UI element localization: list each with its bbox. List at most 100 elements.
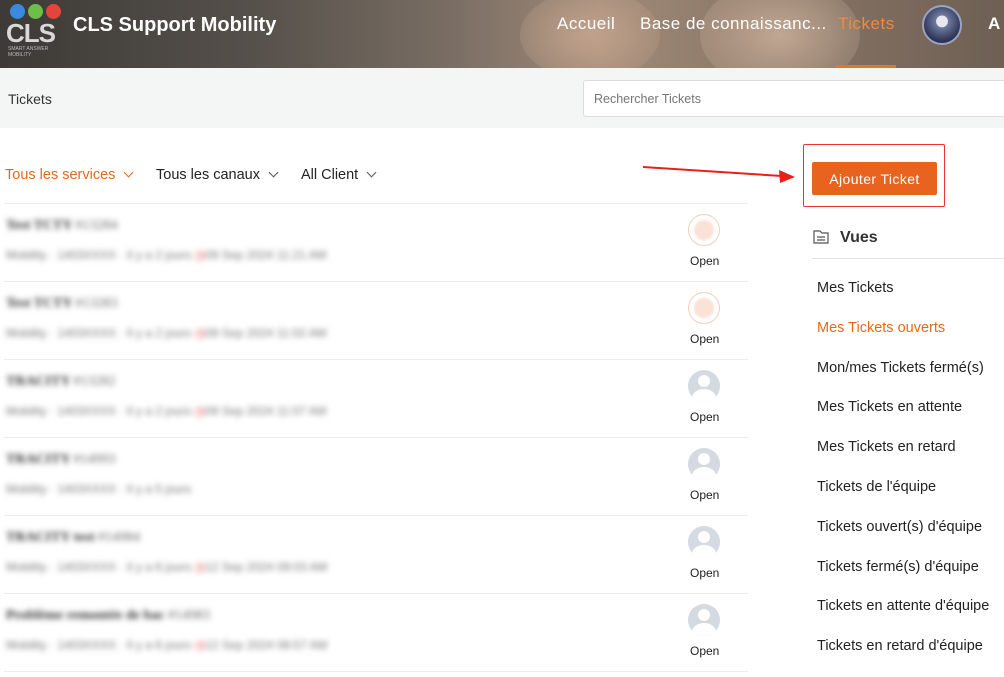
views-icon xyxy=(813,230,829,244)
ticket-id: #13282 xyxy=(73,374,116,389)
ticket-id: #13283 xyxy=(75,296,118,311)
header-background-image xyxy=(520,0,660,68)
ticket-meta-text: Mobility · 1403XXXX · Il y a 6 jours xyxy=(6,560,192,574)
header-background-image-2 xyxy=(700,0,860,68)
ticket-subject: Test TCTY xyxy=(6,296,73,311)
ticket-status: Open xyxy=(690,644,720,658)
view-item[interactable]: Mes Tickets en retard xyxy=(817,439,956,455)
views-title: Vues xyxy=(840,229,878,246)
filter-canaux-dropdown[interactable]: Tous les canaux xyxy=(156,167,279,183)
ticket-due-date: 09 Sep 2024 11:21 AM xyxy=(205,248,327,262)
due-clock-icon: ◷ xyxy=(194,326,206,340)
ticket-row[interactable]: Problème remontée de bac #14983 Mobility … xyxy=(0,594,748,672)
filter-client-label: All Client xyxy=(301,167,359,183)
top-header: CLS SMART ANSWER MOBILITY CLS Support Mo… xyxy=(0,0,1004,68)
ticket-subject: Problème remontée de bac xyxy=(6,608,165,623)
view-item[interactable]: Tickets en attente d'équipe xyxy=(817,598,989,614)
due-clock-icon: ◷ xyxy=(194,560,206,574)
ticket-title[interactable]: Test TCTY #13284 xyxy=(6,218,118,234)
ticket-title[interactable]: Problème remontée de bac #14983 xyxy=(6,608,210,624)
ticket-title[interactable]: TRACITY #14993 xyxy=(6,452,116,468)
ticket-due-date: 12 Sep 2024 08:57 AM xyxy=(205,638,328,652)
ticket-meta: Mobility · 1403XXXX · Il y a 6 jours ◷12… xyxy=(6,638,327,652)
ticket-row[interactable]: TRACITY #13282 Mobility · 1403XXXX · Il y… xyxy=(0,360,748,438)
ticket-due-date: 09 Sep 2024 11:07 AM xyxy=(205,404,327,418)
user-avatar[interactable] xyxy=(922,5,962,45)
brand-title[interactable]: CLS Support Mobility xyxy=(73,14,276,37)
due-clock-icon: ◷ xyxy=(194,404,206,418)
ticket-id: #13284 xyxy=(75,218,118,233)
ticket-subject: Test TCTY xyxy=(6,218,73,233)
ticket-status: Open xyxy=(690,254,720,268)
ticket-meta-text: Mobility · 1403XXXX · Il y a 2 jours xyxy=(6,404,192,418)
ticket-title[interactable]: Test TCTY #13283 xyxy=(6,296,118,312)
ticket-due-date: 12 Sep 2024 09:03 AM xyxy=(205,560,328,574)
ticket-meta-text: Mobility · 1403XXXX · Il y a 2 jours xyxy=(6,248,192,262)
assignee-avatar[interactable] xyxy=(688,448,720,480)
ticket-id: #14983 xyxy=(168,608,210,623)
chevron-down-icon xyxy=(268,167,279,178)
page-title: Tickets xyxy=(8,91,52,107)
logo-green-dot xyxy=(28,4,43,19)
logo-red-dot xyxy=(46,4,61,19)
logo-text: CLS xyxy=(6,18,56,48)
chevron-down-icon xyxy=(123,167,134,178)
ticket-row[interactable]: Test TCTY #13284 Mobility · 1403XXXX · Il… xyxy=(0,204,748,282)
ticket-id: #14984 xyxy=(98,530,141,545)
filter-client-dropdown[interactable]: All Client xyxy=(301,167,377,183)
view-item[interactable]: Tickets en retard d'équipe xyxy=(817,638,983,654)
nav-base-de-connaissance[interactable]: Base de connaissanc... xyxy=(640,14,827,34)
nav-more[interactable]: A xyxy=(988,14,1000,34)
add-ticket-button[interactable]: Ajouter Ticket xyxy=(812,162,937,195)
view-item[interactable]: Tickets de l'équipe xyxy=(817,479,936,495)
assignee-avatar[interactable] xyxy=(688,292,720,324)
nav-accueil[interactable]: Accueil xyxy=(557,14,615,34)
view-item[interactable]: Tickets ouvert(s) d'équipe xyxy=(817,519,982,535)
ticket-status: Open xyxy=(690,488,720,502)
ticket-subject: TRACITY xyxy=(6,374,71,389)
ticket-subject: TRACITY xyxy=(6,452,71,467)
search-tickets-input[interactable] xyxy=(583,80,1004,117)
filter-canaux-label: Tous les canaux xyxy=(156,167,260,183)
cls-logo[interactable]: CLS SMART ANSWER MOBILITY xyxy=(4,2,64,58)
ticket-subject: TRACITY test xyxy=(6,530,95,545)
ticket-meta: Mobility · 1403XXXX · Il y a 2 jours ◷09… xyxy=(6,404,326,418)
divider xyxy=(4,671,748,672)
ticket-meta: Mobility · 1403XXXX · Il y a 5 jours xyxy=(6,482,191,496)
ticket-id: #14993 xyxy=(73,452,116,467)
ticket-meta-text: Mobility · 1403XXXX · Il y a 5 jours xyxy=(6,482,192,496)
view-item[interactable]: Mes Tickets ouverts xyxy=(817,320,945,336)
view-item[interactable]: Mes Tickets en attente xyxy=(817,399,962,415)
logo-subtext: SMART ANSWER MOBILITY xyxy=(8,46,49,58)
ticket-title[interactable]: TRACITY test #14984 xyxy=(6,530,140,546)
ticket-status: Open xyxy=(690,566,720,580)
divider xyxy=(812,258,1004,259)
view-item[interactable]: Mon/mes Tickets fermé(s) xyxy=(817,360,984,376)
ticket-due-date: 09 Sep 2024 11:02 AM xyxy=(205,326,327,340)
view-item[interactable]: Mes Tickets xyxy=(817,280,894,296)
ticket-meta: Mobility · 1403XXXX · Il y a 6 jours ◷12… xyxy=(6,560,327,574)
ticket-row[interactable]: Test TCTY #13283 Mobility · 1403XXXX · Il… xyxy=(0,282,748,360)
assignee-avatar[interactable] xyxy=(688,370,720,402)
due-clock-icon: ◷ xyxy=(194,248,206,262)
ticket-meta: Mobility · 1403XXXX · Il y a 2 jours ◷09… xyxy=(6,326,326,340)
ticket-title[interactable]: TRACITY #13282 xyxy=(6,374,116,390)
ticket-row[interactable]: TRACITY test #14984 Mobility · 1403XXXX ·… xyxy=(0,516,748,594)
chevron-down-icon xyxy=(366,167,377,178)
filter-services-dropdown[interactable]: Tous les services xyxy=(5,167,134,183)
filter-services-label: Tous les services xyxy=(5,167,116,183)
assignee-avatar[interactable] xyxy=(688,214,720,246)
annotation-arrow xyxy=(642,166,795,183)
ticket-meta-text: Mobility · 1403XXXX · Il y a 6 jours xyxy=(6,638,192,652)
nav-tickets[interactable]: Tickets xyxy=(838,14,895,34)
due-clock-icon: ◷ xyxy=(194,638,206,652)
ticket-status: Open xyxy=(690,332,720,346)
ticket-meta: Mobility · 1403XXXX · Il y a 2 jours ◷09… xyxy=(6,248,326,262)
assignee-avatar[interactable] xyxy=(688,526,720,558)
assignee-avatar[interactable] xyxy=(688,604,720,636)
ticket-status: Open xyxy=(690,410,720,424)
ticket-row[interactable]: TRACITY #14993 Mobility · 1403XXXX · Il y… xyxy=(0,438,748,516)
logo-blue-dot xyxy=(10,4,25,19)
view-item[interactable]: Tickets fermé(s) d'équipe xyxy=(817,559,979,575)
ticket-meta-text: Mobility · 1403XXXX · Il y a 2 jours xyxy=(6,326,192,340)
